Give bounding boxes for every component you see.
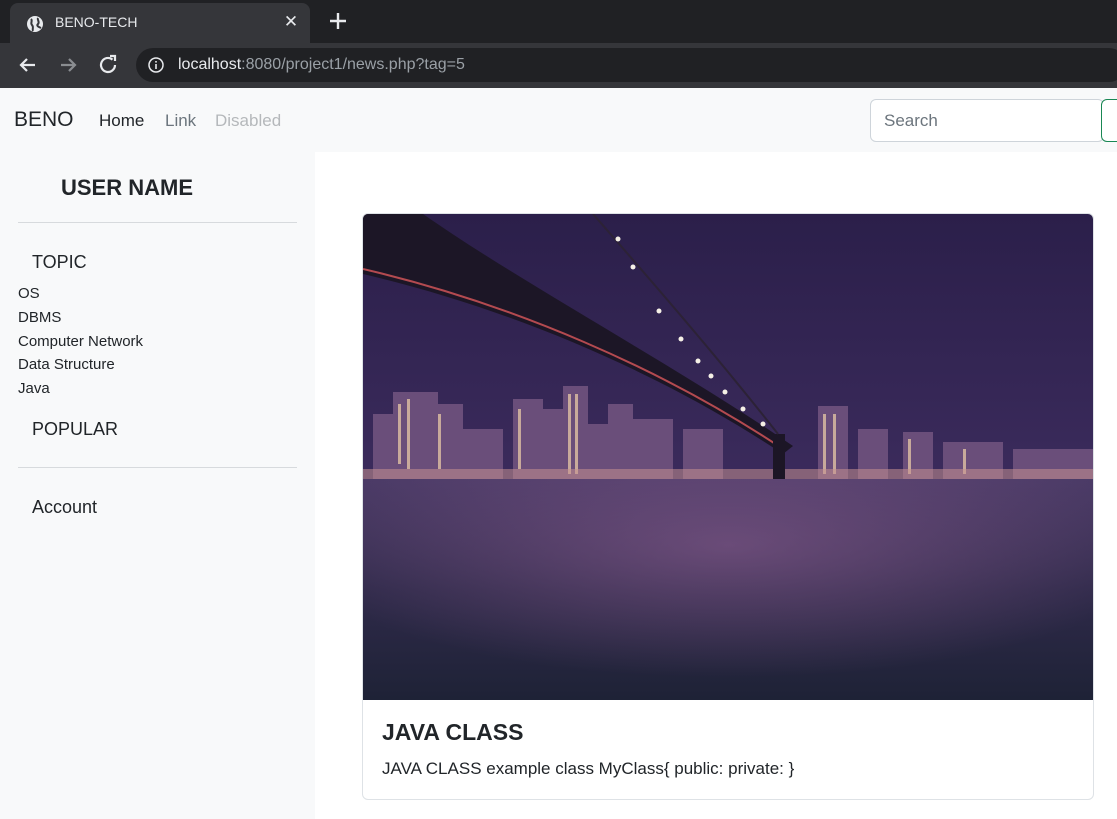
sidebar: USER NAME TOPIC OS DBMS Computer Network… (0, 152, 315, 819)
card-image (363, 214, 1093, 700)
url-text: localhost:8080/project1/news.php?tag=5 (178, 56, 465, 74)
nav-disabled-link: Disabled (215, 111, 282, 130)
url-path: :8080/project1/news.php?tag=5 (241, 56, 465, 73)
browser-toolbar: localhost:8080/project1/news.php?tag=5 (0, 43, 1117, 88)
browser-tab-strip: BENO-TECH ✕ (0, 0, 1117, 43)
divider (18, 467, 297, 468)
topic-link-data-structure[interactable]: Data Structure (18, 356, 115, 373)
browser-tab[interactable]: BENO-TECH ✕ (10, 3, 310, 43)
close-tab-icon[interactable]: ✕ (282, 12, 300, 32)
new-tab-icon[interactable] (326, 9, 350, 33)
search-button[interactable] (1101, 99, 1117, 142)
card-text: JAVA CLASS example class MyClass{ public… (382, 759, 795, 778)
topic-link-computer-network[interactable]: Computer Network (18, 333, 143, 350)
popular-heading: POPULAR (32, 419, 119, 439)
news-card: JAVA CLASS JAVA CLASS example class MyCl… (362, 213, 1094, 800)
topic-link-dbms[interactable]: DBMS (18, 309, 61, 326)
nav-home-link[interactable]: Home (99, 111, 144, 131)
tab-title: BENO-TECH (55, 14, 138, 30)
topic-link-os[interactable]: OS (18, 285, 40, 302)
back-arrow-icon[interactable] (16, 53, 40, 77)
globe-icon (27, 16, 43, 32)
divider (18, 222, 297, 223)
site-navbar: BENO Home Link Disabled (0, 88, 1117, 152)
card-title: JAVA CLASS (382, 719, 524, 745)
account-link[interactable]: Account (32, 497, 97, 518)
search-input[interactable] (870, 99, 1104, 142)
address-bar[interactable]: localhost:8080/project1/news.php?tag=5 (136, 48, 1117, 82)
user-name: USER NAME (61, 175, 194, 200)
nav-link-link[interactable]: Link (165, 111, 196, 131)
web-page: BENO Home Link Disabled USER NAME TOPIC … (0, 88, 1117, 819)
brand-logo[interactable]: BENO (14, 108, 74, 132)
topic-link-java[interactable]: Java (18, 380, 50, 397)
reload-icon[interactable] (96, 53, 120, 77)
info-icon[interactable] (148, 57, 164, 73)
forward-arrow-icon[interactable] (56, 53, 80, 77)
topic-heading: TOPIC (32, 252, 87, 272)
url-host: localhost (178, 56, 242, 73)
